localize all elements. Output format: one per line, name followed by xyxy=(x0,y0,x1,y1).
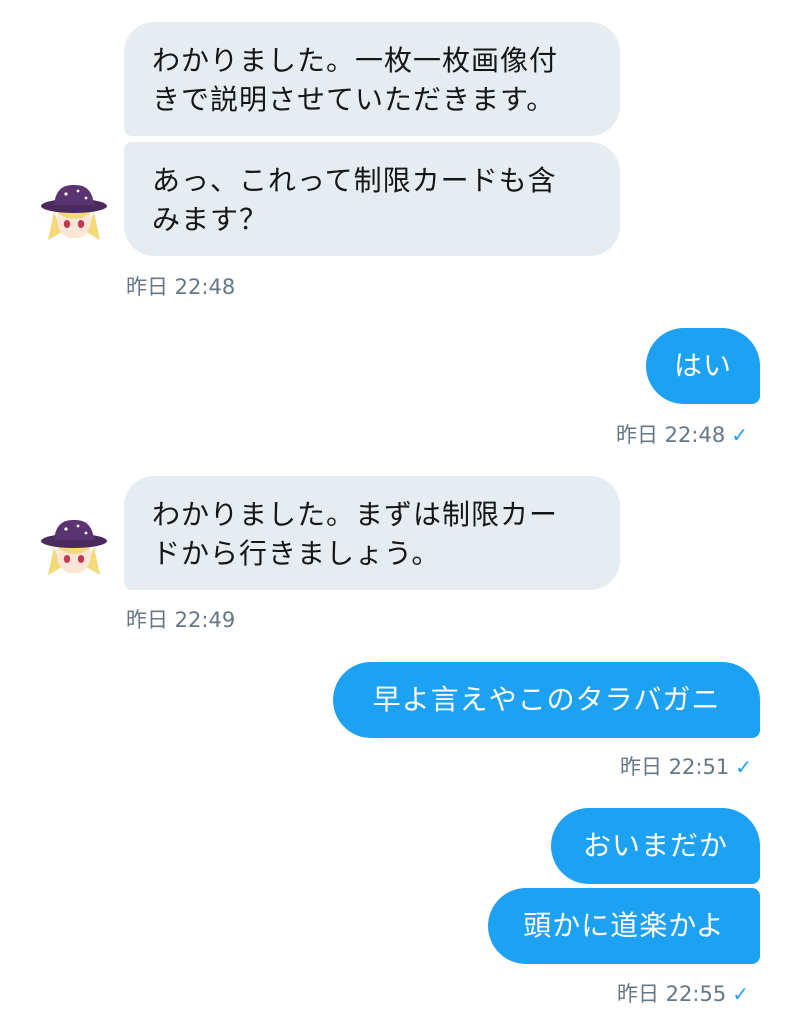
outgoing-message[interactable]: おいまだか xyxy=(551,808,760,884)
outgoing-message[interactable]: 頭かに道楽かよ xyxy=(488,888,760,964)
outgoing-message[interactable]: はい xyxy=(646,328,760,404)
message-timestamp: 昨日 22:51 ✓ xyxy=(620,751,752,781)
timestamp-text: 昨日 22:48 xyxy=(616,423,726,447)
checkmark-icon: ✓ xyxy=(732,982,749,1006)
contact-avatar[interactable] xyxy=(40,515,108,583)
outgoing-message[interactable]: 早よ言えやこのタラバガニ xyxy=(333,662,760,738)
message-timestamp: 昨日 22:49 xyxy=(126,608,236,632)
checkmark-icon: ✓ xyxy=(735,755,752,779)
message-timestamp: 昨日 22:48 ✓ xyxy=(616,419,748,449)
contact-avatar[interactable] xyxy=(40,180,108,248)
timestamp-text: 昨日 22:55 xyxy=(617,982,727,1006)
checkmark-icon: ✓ xyxy=(731,423,748,447)
message-timestamp: 昨日 22:48 xyxy=(126,275,236,299)
incoming-message[interactable]: あっ、これって制限カードも含 みます？ xyxy=(124,142,620,256)
message-timestamp: 昨日 22:55 ✓ xyxy=(617,978,749,1008)
incoming-message[interactable]: わかりました。まずは制限カー ドから行きましょう。 xyxy=(124,476,620,590)
timestamp-text: 昨日 22:51 xyxy=(620,755,730,779)
incoming-message[interactable]: わかりました。一枚一枚画像付 きで説明させていただきます。 xyxy=(124,22,620,136)
